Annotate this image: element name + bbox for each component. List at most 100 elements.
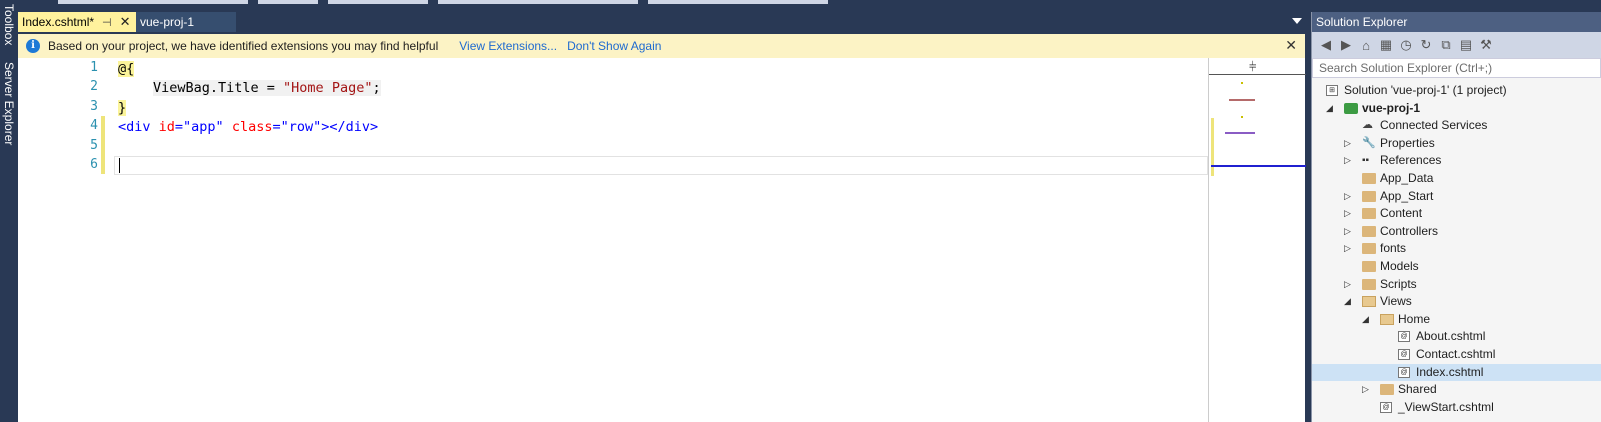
tree-node[interactable]: @ Contact.cshtml (1312, 346, 1601, 364)
minimap-scrollbar[interactable]: ⫩ (1208, 58, 1306, 422)
folder-icon (1362, 190, 1376, 202)
tree-node[interactable]: ☁ Connected Services (1312, 117, 1601, 135)
line-number: 5 (90, 138, 98, 153)
forward-icon[interactable]: ▶ (1338, 37, 1354, 53)
tree-node[interactable]: ◢ Views (1312, 293, 1601, 311)
html-eq: = (272, 119, 281, 135)
folder-open-icon (1362, 296, 1376, 308)
tree-node[interactable]: ▷ Scripts (1312, 276, 1601, 294)
tree-node[interactable]: Models (1312, 258, 1601, 276)
tree-node[interactable]: ▷ fonts (1312, 240, 1601, 258)
info-icon: i (26, 39, 40, 53)
tree-label: Home (1398, 311, 1431, 326)
tree-node[interactable]: ▷ Shared (1312, 381, 1601, 399)
tree-label: Models (1380, 259, 1419, 273)
collapsed-arrow-icon[interactable]: ▷ (1344, 240, 1351, 257)
tab-vue-proj-1[interactable]: vue-proj-1 (136, 12, 236, 32)
line-number: 4 (90, 118, 98, 133)
tree-label: About.cshtml (1416, 329, 1486, 344)
pin-icon[interactable]: ⊣ (102, 16, 112, 29)
home-icon[interactable]: ⌂ (1358, 38, 1374, 53)
razor-block-open: @{ (118, 61, 135, 77)
line-number: 2 (90, 79, 98, 94)
line-number: 3 (90, 99, 98, 114)
collapsed-arrow-icon[interactable]: ▷ (1344, 276, 1351, 293)
switch-views-icon[interactable]: ▦ (1378, 37, 1394, 53)
collapsed-arrow-icon[interactable]: ▷ (1344, 135, 1351, 152)
tree-node[interactable]: @ _ViewStart.cshtml (1312, 399, 1601, 417)
code-editor[interactable]: 1 2 3 4 5 6 @{ ViewBag.Title = "Home Pag… (18, 58, 1306, 422)
tree-node[interactable]: ▷ Controllers (1312, 223, 1601, 241)
tab-label: Index.cshtml* (22, 15, 95, 29)
tree-node[interactable]: @ About.cshtml (1312, 328, 1601, 346)
solution-icon: ⊞ (1326, 85, 1338, 96)
tree-label: Solution 'vue-proj-1' (1 project) (1344, 83, 1507, 97)
folder-icon (1362, 173, 1376, 184)
refresh-icon[interactable]: ↻ (1418, 37, 1434, 53)
tree-node[interactable]: ◢ Home (1312, 311, 1601, 329)
code-line-4: <div id="app" class="row"></div> (118, 118, 378, 136)
close-icon[interactable]: ✕ (120, 14, 131, 30)
server-explorer-tab[interactable]: Server Explorer (0, 62, 18, 152)
wrench-icon: 🔧 (1362, 136, 1376, 149)
line-number: 6 (90, 157, 98, 172)
code-text: ; (372, 80, 381, 96)
html-attr: id (158, 119, 175, 135)
minimap-mark (1241, 82, 1243, 84)
collapse-all-icon[interactable]: ⧉ (1438, 37, 1454, 53)
line-number: 1 (90, 60, 98, 75)
infobar-message: Based on your project, we have identifie… (48, 39, 439, 53)
html-tag: <div (118, 119, 159, 135)
close-icon[interactable]: ✕ (1285, 37, 1297, 54)
collapsed-arrow-icon[interactable]: ▷ (1344, 188, 1351, 205)
code-string: "Home Page" (283, 80, 373, 96)
tab-index-cshtml[interactable]: Index.cshtml* ⊣ ✕ (18, 12, 136, 32)
tree-node[interactable]: ▷ Content (1312, 205, 1601, 223)
text-caret (119, 158, 120, 173)
tree-label: Scripts (1380, 276, 1417, 291)
collapsed-arrow-icon[interactable]: ▷ (1344, 223, 1351, 240)
split-icon[interactable]: ⫩ (1249, 59, 1256, 75)
expanded-arrow-icon[interactable]: ◢ (1344, 293, 1351, 310)
change-indicator (101, 116, 105, 174)
left-tool-strip: Toolbox Server Explorer (0, 0, 18, 422)
html-eq: = (174, 119, 184, 135)
tree-label: References (1380, 153, 1442, 168)
minimap-mark (1229, 99, 1255, 101)
tree-node[interactable]: App_Data (1312, 170, 1601, 188)
toolbar-remnant (18, 0, 1601, 6)
tree-node[interactable]: ▷ App_Start (1312, 188, 1601, 206)
tree-label: Shared (1398, 382, 1437, 397)
properties-icon[interactable]: ⚒ (1478, 37, 1494, 53)
razor-file-icon: @ (1380, 401, 1392, 413)
toolbox-tab[interactable]: Toolbox (0, 4, 18, 56)
view-extensions-link[interactable]: View Extensions... (459, 39, 557, 53)
back-icon[interactable]: ◀ (1318, 37, 1334, 53)
collapsed-arrow-icon[interactable]: ▷ (1344, 152, 1351, 169)
dont-show-again-link[interactable]: Don't Show Again (567, 39, 661, 53)
tree-node[interactable]: ▷ ▪▪ References (1312, 152, 1601, 170)
search-input[interactable]: Search Solution Explorer (Ctrl+;) (1312, 58, 1601, 78)
collapsed-arrow-icon[interactable]: ▷ (1344, 205, 1351, 222)
show-all-files-icon[interactable]: ▤ (1458, 37, 1474, 53)
tree-label: Index.cshtml (1416, 364, 1484, 379)
expanded-arrow-icon[interactable]: ◢ (1326, 100, 1333, 117)
folder-icon (1362, 243, 1376, 255)
expanded-arrow-icon[interactable]: ◢ (1362, 311, 1369, 328)
folder-icon (1362, 278, 1376, 290)
document-tab-bar: Index.cshtml* ⊣ ✕ vue-proj-1 (18, 12, 1308, 32)
tree-node-project[interactable]: ◢ vue-proj-1 (1312, 100, 1601, 118)
history-icon[interactable]: ◷ (1398, 37, 1414, 53)
tree-node-selected[interactable]: @ Index.cshtml (1312, 363, 1601, 382)
tree-label: vue-proj-1 (1362, 100, 1421, 115)
minimap-change-indicator (1211, 118, 1214, 176)
code-line-1: @{ (118, 60, 135, 78)
tree-node[interactable]: ▷ 🔧 Properties (1312, 135, 1601, 153)
minimap-mark (1225, 132, 1255, 134)
html-attr-value: "app" (183, 119, 224, 135)
tree-node-solution[interactable]: ⊞ Solution 'vue-proj-1' (1 project) (1312, 82, 1601, 100)
minimap-viewport[interactable] (1211, 165, 1306, 167)
chevron-down-icon[interactable] (1292, 18, 1302, 24)
tree-label: Contact.cshtml (1416, 347, 1496, 361)
collapsed-arrow-icon[interactable]: ▷ (1362, 381, 1369, 398)
